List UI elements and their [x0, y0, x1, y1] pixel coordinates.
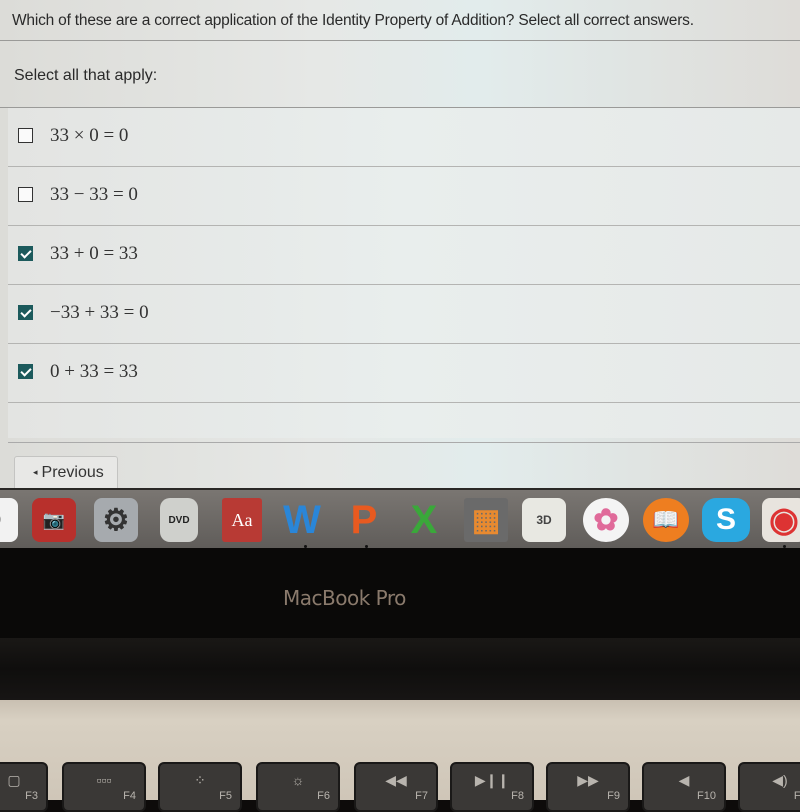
- key-f9[interactable]: ▶▶ F9: [546, 762, 630, 812]
- previous-button[interactable]: ◂ Previous: [14, 456, 118, 488]
- instructions-row: Select all that apply:: [0, 41, 800, 108]
- word-icon[interactable]: W: [280, 498, 324, 542]
- caret-left-icon: ◂: [33, 467, 38, 477]
- key-f8[interactable]: ▶❙❙ F8: [450, 762, 534, 812]
- option-label: 0 + 33 = 33: [50, 361, 138, 382]
- question-text: Which of these are a correct application…: [12, 12, 694, 29]
- answer-options: 33 × 0 = 0 33 − 33 = 0 33 + 0 = 33 −33 +…: [8, 108, 800, 438]
- key-f11[interactable]: ◀)F11: [738, 762, 800, 812]
- divider: [8, 442, 800, 443]
- mission-control-icon: ▢: [7, 772, 21, 788]
- checkbox-unchecked[interactable]: [18, 187, 33, 202]
- chrome-icon[interactable]: ◉: [762, 498, 800, 542]
- launchpad-icon: ▫▫▫: [96, 772, 112, 788]
- ibooks-icon[interactable]: 📖: [643, 498, 689, 542]
- key-f5[interactable]: ⁘ F5: [158, 762, 242, 812]
- checkbox-unchecked[interactable]: [18, 128, 33, 143]
- key-f6[interactable]: ☼ F6: [256, 762, 340, 812]
- dictionary-icon[interactable]: Aa: [222, 498, 262, 542]
- calendar-icon[interactable]: 9: [0, 498, 18, 542]
- photos-icon[interactable]: ✿: [583, 498, 629, 542]
- laptop-hinge: [0, 638, 800, 700]
- option-4[interactable]: −33 + 33 = 0: [8, 285, 800, 344]
- checkbox-checked[interactable]: [18, 246, 33, 261]
- key-f4[interactable]: ▫▫▫ F4: [62, 762, 146, 812]
- skype-icon[interactable]: S: [702, 498, 750, 542]
- key-f10[interactable]: ◀ F10: [642, 762, 726, 812]
- checkbox-checked[interactable]: [18, 305, 33, 320]
- keyboard-brightness-up-icon: ☼: [291, 772, 305, 788]
- option-3[interactable]: 33 + 0 = 33: [8, 226, 800, 285]
- macos-dock: 9 📷 ⚙ DVD Aa W P X ▦ 3D ✿ 📖 S ◉: [0, 488, 800, 550]
- option-2[interactable]: 33 − 33 = 0: [8, 167, 800, 226]
- keyboard-brightness-down-icon: ⁘: [194, 772, 206, 788]
- key-f3[interactable]: ▢ F3: [0, 762, 48, 812]
- rewind-icon: ◀◀: [385, 772, 407, 788]
- photo-booth-icon[interactable]: 📷: [32, 498, 76, 542]
- instructions-text: Select all that apply:: [14, 67, 158, 84]
- option-label: 33 × 0 = 0: [50, 125, 129, 146]
- macbook-pro-logo: MacBook Pro: [283, 586, 406, 610]
- calculator-icon[interactable]: ▦: [464, 498, 508, 542]
- system-preferences-icon[interactable]: ⚙: [94, 498, 138, 542]
- fast-forward-icon: ▶▶: [577, 772, 599, 788]
- option-label: 33 − 33 = 0: [50, 184, 138, 205]
- play-pause-icon: ▶❙❙: [474, 772, 510, 788]
- browser-screen: Which of these are a correct application…: [0, 0, 800, 488]
- excel-icon[interactable]: X: [402, 498, 446, 542]
- powerpoint-icon[interactable]: P: [342, 498, 386, 542]
- maps-icon[interactable]: 3D: [522, 498, 566, 542]
- key-f7[interactable]: ◀◀ F7: [354, 762, 438, 812]
- previous-label: Previous: [41, 464, 104, 481]
- volume-down-icon: ◀): [772, 772, 788, 788]
- mute-icon: ◀: [678, 772, 690, 788]
- checkbox-checked[interactable]: [18, 364, 33, 379]
- option-1[interactable]: 33 × 0 = 0: [8, 108, 800, 167]
- question-header: Which of these are a correct application…: [0, 0, 800, 41]
- option-label: −33 + 33 = 0: [50, 302, 149, 323]
- option-5[interactable]: 0 + 33 = 33: [8, 344, 800, 403]
- option-label: 33 + 0 = 33: [50, 243, 138, 264]
- dvd-player-icon[interactable]: DVD: [160, 498, 198, 542]
